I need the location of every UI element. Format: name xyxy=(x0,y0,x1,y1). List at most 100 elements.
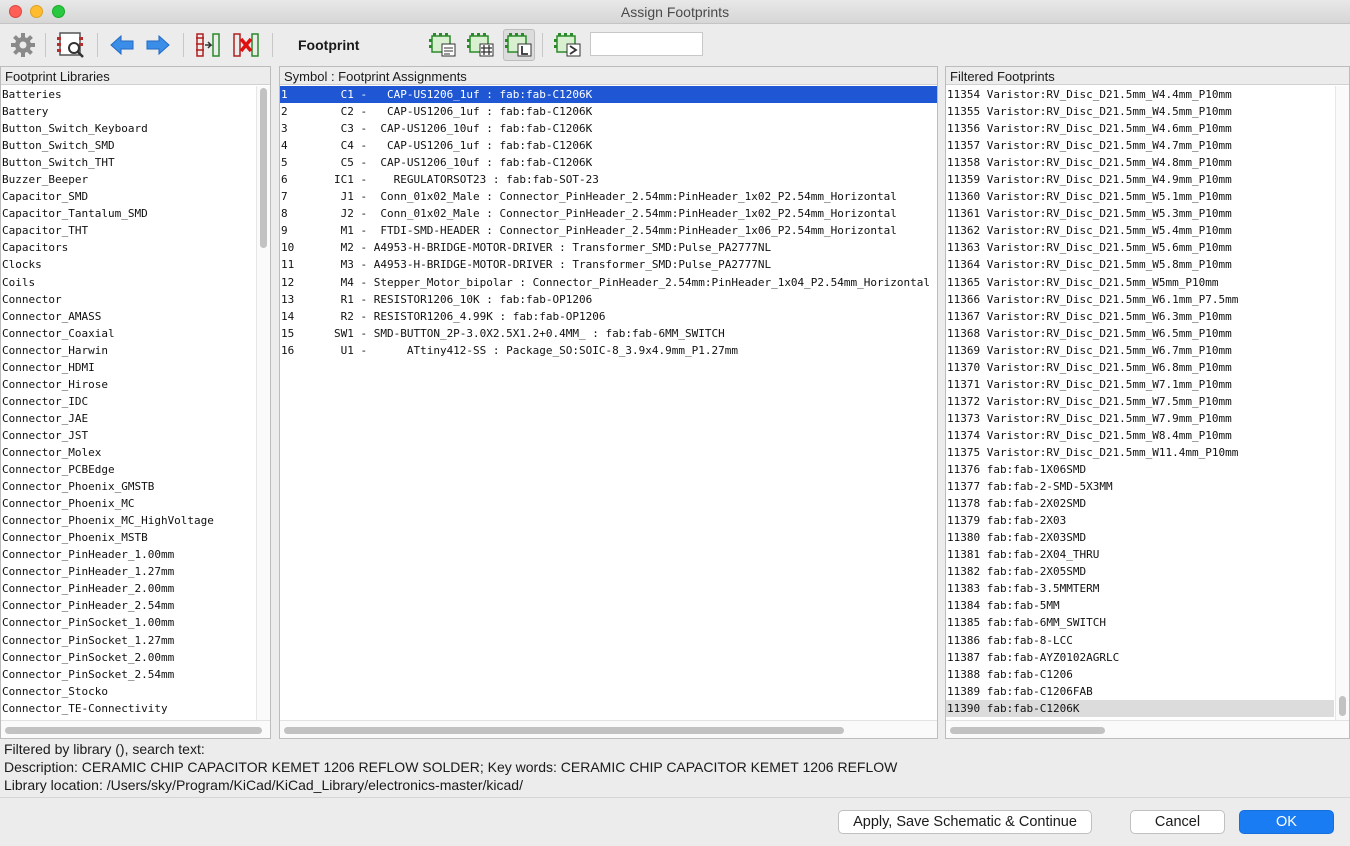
library-list-item[interactable]: Connector_Stocko xyxy=(1,683,255,700)
libraries-vertical-scrollbar[interactable] xyxy=(256,86,270,720)
footprint-list-item[interactable]: 11357 Varistor:RV_Disc_D21.5mm_W4.7mm_P1… xyxy=(946,137,1334,154)
library-list-item[interactable]: Connector_Phoenix_MC xyxy=(1,495,255,512)
library-list-item[interactable]: Connector_JST xyxy=(1,427,255,444)
library-list-item[interactable]: Capacitor_SMD xyxy=(1,188,255,205)
footprint-list-item[interactable]: 11390 fab:fab-C1206K xyxy=(946,699,1334,717)
library-list-item[interactable]: Connector_JAE xyxy=(1,410,255,427)
library-list-item[interactable]: Battery xyxy=(1,103,255,120)
libraries-horizontal-scrollbar[interactable] xyxy=(1,720,270,738)
library-list-item[interactable]: Connector_PinSocket_1.00mm xyxy=(1,614,255,631)
assignment-row[interactable]: 7 J1 - Conn_01x02_Male : Connector_PinHe… xyxy=(280,188,937,205)
footprint-list-item[interactable]: 11375 Varistor:RV_Disc_D21.5mm_W11.4mm_P… xyxy=(946,444,1334,461)
assignment-row[interactable]: 10 M2 - A4953-H-BRIDGE-MOTOR-DRIVER : Tr… xyxy=(280,239,937,256)
footprint-list-item[interactable]: 11374 Varistor:RV_Disc_D21.5mm_W8.4mm_P1… xyxy=(946,427,1334,444)
library-list-item[interactable]: Connector_PinSocket_1.27mm xyxy=(1,632,255,649)
footprint-list-item[interactable]: 11367 Varistor:RV_Disc_D21.5mm_W6.3mm_P1… xyxy=(946,308,1334,325)
footprint-filter-input[interactable] xyxy=(590,32,703,56)
assignment-row[interactable]: 5 C5 - CAP-US1206_10uf : fab:fab-C1206K xyxy=(280,154,937,171)
library-list-item[interactable]: Connector_PinHeader_1.00mm xyxy=(1,546,255,563)
library-list-item[interactable]: Connector_PCBEdge xyxy=(1,461,255,478)
library-list-item[interactable]: Connector_Harwin xyxy=(1,342,255,359)
library-list-item[interactable]: Connector_TE-Connectivity xyxy=(1,700,255,717)
library-list-item[interactable]: Buzzer_Beeper xyxy=(1,171,255,188)
assignment-row[interactable]: 3 C3 - CAP-US1206_10uf : fab:fab-C1206K xyxy=(280,120,937,137)
footprint-list-item[interactable]: 11366 Varistor:RV_Disc_D21.5mm_W6.1mm_P7… xyxy=(946,291,1334,308)
arrow-right-icon[interactable] xyxy=(142,29,174,61)
library-list-item[interactable]: Connector_Molex xyxy=(1,444,255,461)
library-list-item[interactable]: Button_Switch_SMD xyxy=(1,137,255,154)
footprint-list-item[interactable]: 11379 fab:fab-2X03 xyxy=(946,512,1334,529)
filtered-horizontal-scrollbar[interactable] xyxy=(946,720,1349,738)
library-list-item[interactable]: Connector_Phoenix_MC_HighVoltage xyxy=(1,512,255,529)
filter-by-keywords-icon[interactable] xyxy=(427,29,459,61)
footprint-list-item[interactable]: 11356 Varistor:RV_Disc_D21.5mm_W4.6mm_P1… xyxy=(946,120,1334,137)
assignments-horizontal-scrollbar[interactable] xyxy=(280,720,937,738)
filtered-vertical-scrollbar[interactable] xyxy=(1335,86,1349,720)
assignment-row[interactable]: 11 M3 - A4953-H-BRIDGE-MOTOR-DRIVER : Tr… xyxy=(280,256,937,273)
footprint-list-item[interactable]: 11369 Varistor:RV_Disc_D21.5mm_W6.7mm_P1… xyxy=(946,342,1334,359)
footprint-list-item[interactable]: 11378 fab:fab-2X02SMD xyxy=(946,495,1334,512)
footprint-list-item[interactable]: 11388 fab:fab-C1206 xyxy=(946,666,1334,683)
library-list-item[interactable]: Connector_Hirose xyxy=(1,376,255,393)
library-list-item[interactable]: Button_Switch_Keyboard xyxy=(1,120,255,137)
library-list-item[interactable]: Coils xyxy=(1,274,255,291)
assignment-row[interactable]: 12 M4 - Stepper_Motor_bipolar : Connecto… xyxy=(280,274,937,291)
footprint-list-item[interactable]: 11382 fab:fab-2X05SMD xyxy=(946,563,1334,580)
assignment-row[interactable]: 4 C4 - CAP-US1206_1uf : fab:fab-C1206K xyxy=(280,137,937,154)
footprint-list-item[interactable]: 11372 Varistor:RV_Disc_D21.5mm_W7.5mm_P1… xyxy=(946,393,1334,410)
filter-by-text-icon[interactable] xyxy=(552,29,584,61)
ok-button[interactable]: OK xyxy=(1239,810,1334,834)
library-list-item[interactable]: Connector_PinHeader_2.00mm xyxy=(1,580,255,597)
library-list-item[interactable]: Capacitors xyxy=(1,239,255,256)
library-list-item[interactable]: Capacitor_THT xyxy=(1,222,255,239)
footprint-viewer-icon[interactable] xyxy=(55,29,87,61)
filter-by-library-icon[interactable] xyxy=(503,29,535,61)
filter-by-pin-count-icon[interactable] xyxy=(465,29,497,61)
library-list-item[interactable]: Connector_Coaxial xyxy=(1,325,255,342)
library-list-item[interactable]: Batteries xyxy=(1,86,255,103)
footprint-list-item[interactable]: 11354 Varistor:RV_Disc_D21.5mm_W4.4mm_P1… xyxy=(946,86,1334,103)
apply-save-continue-button[interactable]: Apply, Save Schematic & Continue xyxy=(838,810,1092,834)
gear-icon[interactable] xyxy=(7,29,39,61)
library-list-item[interactable]: Clocks xyxy=(1,256,255,273)
delete-associations-icon[interactable] xyxy=(230,29,262,61)
library-list-item[interactable]: Connector_AMASS xyxy=(1,308,255,325)
footprint-list-item[interactable]: 11359 Varistor:RV_Disc_D21.5mm_W4.9mm_P1… xyxy=(946,171,1334,188)
assignment-row[interactable]: 16 U1 - ATtiny412-SS : Package_SO:SOIC-8… xyxy=(280,342,937,359)
footprint-list-item[interactable]: 11361 Varistor:RV_Disc_D21.5mm_W5.3mm_P1… xyxy=(946,205,1334,222)
library-list-item[interactable]: Connector_Phoenix_MSTB xyxy=(1,529,255,546)
footprint-list-item[interactable]: 11376 fab:fab-1X06SMD xyxy=(946,461,1334,478)
footprint-list-item[interactable]: 11358 Varistor:RV_Disc_D21.5mm_W4.8mm_P1… xyxy=(946,154,1334,171)
footprint-list-item[interactable]: 11360 Varistor:RV_Disc_D21.5mm_W5.1mm_P1… xyxy=(946,188,1334,205)
footprint-list-item[interactable]: 11380 fab:fab-2X03SMD xyxy=(946,529,1334,546)
footprint-list-item[interactable]: 11385 fab:fab-6MM_SWITCH xyxy=(946,614,1334,631)
footprint-list-item[interactable]: 11362 Varistor:RV_Disc_D21.5mm_W5.4mm_P1… xyxy=(946,222,1334,239)
footprint-list-item[interactable]: 11363 Varistor:RV_Disc_D21.5mm_W5.6mm_P1… xyxy=(946,239,1334,256)
assignment-row[interactable]: 8 J2 - Conn_01x02_Male : Connector_PinHe… xyxy=(280,205,937,222)
footprint-list-item[interactable]: 11377 fab:fab-2-SMD-5X3MM xyxy=(946,478,1334,495)
library-list-item[interactable]: Capacitor_Tantalum_SMD xyxy=(1,205,255,222)
library-list-item[interactable]: Connector_HDMI xyxy=(1,359,255,376)
footprint-list-item[interactable]: 11381 fab:fab-2X04_THRU xyxy=(946,546,1334,563)
footprint-list-item[interactable]: 11368 Varistor:RV_Disc_D21.5mm_W6.5mm_P1… xyxy=(946,325,1334,342)
library-list-item[interactable]: Connector_PinHeader_1.27mm xyxy=(1,563,255,580)
library-list-item[interactable]: Connector_PinSocket_2.54mm xyxy=(1,666,255,683)
footprint-list-item[interactable]: 11386 fab:fab-8-LCC xyxy=(946,632,1334,649)
assignment-row[interactable]: 2 C2 - CAP-US1206_1uf : fab:fab-C1206K xyxy=(280,103,937,120)
footprint-list-item[interactable]: 11383 fab:fab-3.5MMTERM xyxy=(946,580,1334,597)
auto-associate-icon[interactable] xyxy=(192,29,224,61)
library-list-item[interactable]: Connector xyxy=(1,291,255,308)
library-list-item[interactable]: Connector_PinSocket_2.00mm xyxy=(1,649,255,666)
arrow-left-icon[interactable] xyxy=(106,29,138,61)
assignment-row[interactable]: 13 R1 - RESISTOR1206_10K : fab:fab-OP120… xyxy=(280,291,937,308)
assignment-row[interactable]: 9 M1 - FTDI-SMD-HEADER : Connector_PinHe… xyxy=(280,222,937,239)
footprint-list-item[interactable]: 11370 Varistor:RV_Disc_D21.5mm_W6.8mm_P1… xyxy=(946,359,1334,376)
assignment-row[interactable]: 15 SW1 - SMD-BUTTON_2P-3.0X2.5X1.2+0.4MM… xyxy=(280,325,937,342)
footprint-list-item[interactable]: 11371 Varistor:RV_Disc_D21.5mm_W7.1mm_P1… xyxy=(946,376,1334,393)
footprint-list-item[interactable]: 11387 fab:fab-AYZ0102AGRLC xyxy=(946,649,1334,666)
footprint-list-item[interactable]: 11384 fab:fab-5MM xyxy=(946,597,1334,614)
footprint-list-item[interactable]: 11355 Varistor:RV_Disc_D21.5mm_W4.5mm_P1… xyxy=(946,103,1334,120)
library-list-item[interactable]: Connector_Phoenix_GMSTB xyxy=(1,478,255,495)
library-list-item[interactable]: Connector_IDC xyxy=(1,393,255,410)
library-list-item[interactable]: Button_Switch_THT xyxy=(1,154,255,171)
